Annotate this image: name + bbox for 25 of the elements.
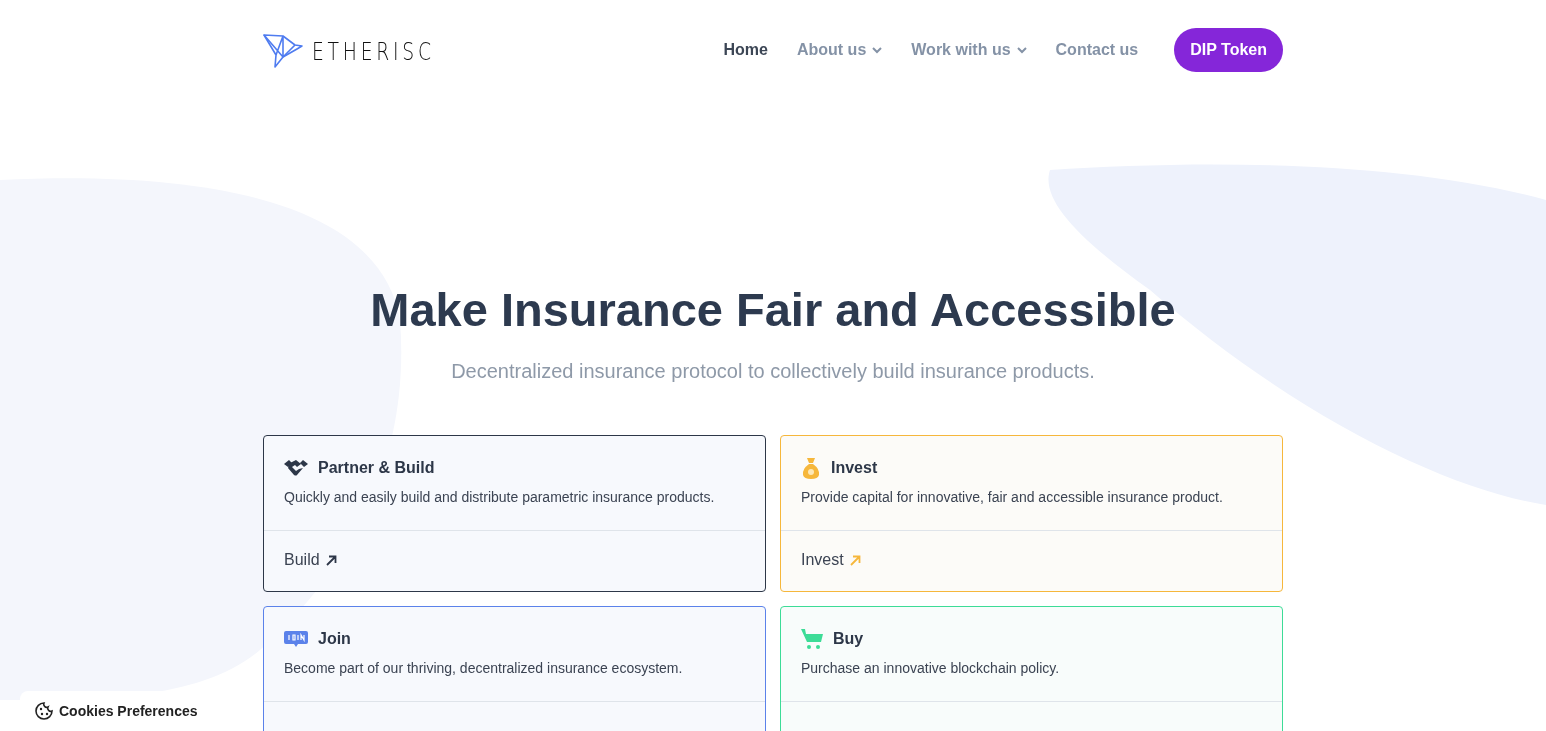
card-title: Join — [318, 630, 351, 648]
shopping-cart-icon — [801, 628, 823, 650]
chevron-down-icon — [872, 46, 883, 54]
card-description: Provide capital for innovative, fair and accessible insurance product. — [801, 489, 1224, 505]
card-description: Purchase an innovative blockchain policy. — [801, 660, 1061, 676]
handshake-icon — [284, 459, 308, 477]
arrow-up-right-icon — [325, 554, 337, 566]
card-description: Quickly and easily build and distribute parametric insurance products. — [284, 489, 716, 505]
chevron-down-icon — [1016, 46, 1027, 54]
money-bag-icon — [801, 457, 821, 479]
card-title: Buy — [833, 630, 864, 648]
hero-title: Make Insurance Fair and Accessible — [369, 282, 1177, 338]
card-link[interactable]: Build — [284, 551, 337, 569]
card-title: Partner & Build — [318, 459, 435, 477]
arrow-up-right-icon — [849, 554, 861, 566]
logo-wordmark[interactable]: ETHERISC — [312, 36, 435, 66]
card-title: Invest — [831, 459, 878, 477]
bird-logo-icon — [263, 33, 303, 69]
nav-link[interactable]: Home — [723, 41, 768, 59]
card-description: Become part of our thriving, decentralized insurance ecosystem. — [284, 660, 684, 676]
dip-token-button[interactable]: DIP Token — [1174, 28, 1283, 72]
cookie-icon — [35, 702, 53, 720]
join-badge-icon — [284, 630, 308, 648]
card-link[interactable]: Invest — [801, 551, 861, 569]
hero-subtitle: Decentralized insurance protocol to collectively build insurance products. — [450, 360, 1096, 383]
